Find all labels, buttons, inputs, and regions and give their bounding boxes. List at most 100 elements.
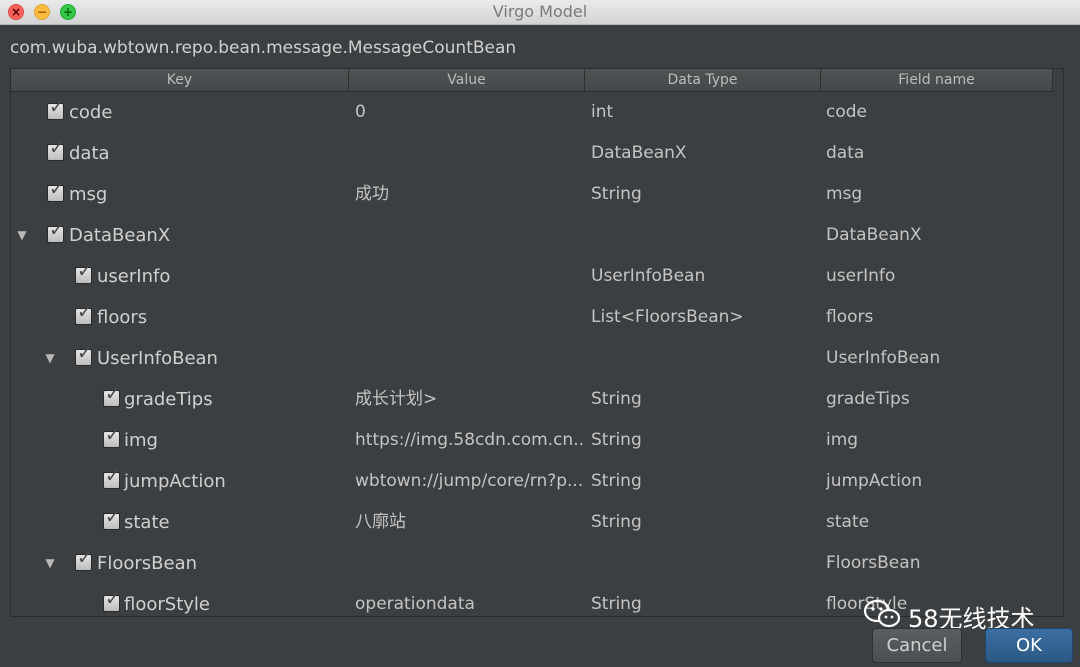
table-row[interactable]: ✓ msg 成功 String msg xyxy=(11,174,1063,215)
include-checkbox[interactable]: ✓ xyxy=(75,301,93,325)
table-row[interactable]: ▼ ✓ UserInfoBean UserInfoBean xyxy=(11,338,1063,379)
key-label: msg xyxy=(69,184,108,205)
checkmark-icon: ✓ xyxy=(49,96,65,118)
column-header-data-type[interactable]: Data Type xyxy=(585,69,821,91)
key-label: data xyxy=(69,143,110,164)
field-name-cell[interactable]: data xyxy=(826,133,1052,174)
chevron-down-icon[interactable]: ▼ xyxy=(15,215,29,256)
value-cell: 0 xyxy=(355,102,366,122)
chevron-down-icon[interactable]: ▼ xyxy=(43,543,57,584)
include-checkbox[interactable]: ✓ xyxy=(75,547,93,571)
key-label: FloorsBean xyxy=(97,553,198,574)
table-row[interactable]: ✓ state 八廓站 String state xyxy=(11,502,1063,543)
title-bar: × − + Virgo Model xyxy=(0,0,1080,25)
field-name-cell[interactable]: code xyxy=(826,92,1052,133)
field-name-cell[interactable]: img xyxy=(826,420,1052,461)
table-row[interactable]: ✓ floors List<FloorsBean> floors xyxy=(11,297,1063,338)
checkmark-icon: ✓ xyxy=(105,506,121,528)
table-row[interactable]: ✓ code 0 int code xyxy=(11,92,1063,133)
checkmark-icon: ✓ xyxy=(77,342,93,364)
class-path-label: com.wuba.wbtown.repo.bean.message.Messag… xyxy=(10,38,517,58)
include-checkbox[interactable]: ✓ xyxy=(103,465,121,489)
include-checkbox[interactable]: ✓ xyxy=(47,178,65,202)
checkmark-icon: ✓ xyxy=(49,137,65,159)
column-header-field-name[interactable]: Field name xyxy=(821,69,1053,91)
value-cell xyxy=(355,543,583,584)
value-cell: 成功 xyxy=(355,184,389,204)
column-header-key[interactable]: Key xyxy=(11,69,349,91)
value-cell xyxy=(355,338,583,379)
field-name-cell[interactable]: state xyxy=(826,502,1052,543)
data-type-cell: String xyxy=(591,471,642,491)
checkmark-icon: ✓ xyxy=(49,219,65,241)
field-name-cell[interactable]: FloorsBean xyxy=(826,543,1052,584)
value-cell xyxy=(355,215,583,256)
field-name-cell[interactable]: floors xyxy=(826,297,1052,338)
table-row[interactable]: ✓ gradeTips 成长计划> String gradeTips xyxy=(11,379,1063,420)
include-checkbox[interactable]: ✓ xyxy=(103,424,121,448)
data-type-cell: List<FloorsBean> xyxy=(591,307,744,327)
value-cell xyxy=(355,297,583,338)
value-cell: https://img.58cdn.com.cn... xyxy=(355,430,583,450)
key-label: userInfo xyxy=(97,266,171,287)
table-row[interactable]: ✓ jumpAction wbtown://jump/core/rn?p... Str… xyxy=(11,461,1063,502)
checkmark-icon: ✓ xyxy=(77,301,93,323)
chevron-down-icon[interactable]: ▼ xyxy=(43,338,57,379)
checkmark-icon: ✓ xyxy=(77,547,93,569)
data-type-cell: String xyxy=(591,512,642,532)
key-label: floors xyxy=(97,307,148,328)
include-checkbox[interactable]: ✓ xyxy=(103,383,121,407)
value-cell: 成长计划> xyxy=(355,389,438,409)
value-cell: operationdata xyxy=(355,594,475,614)
table-body: ✓ code 0 int code ✓ data DataBeanX data ✓ msg 成功 Str… xyxy=(11,92,1063,616)
checkmark-icon: ✓ xyxy=(49,178,65,200)
include-checkbox[interactable]: ✓ xyxy=(75,342,93,366)
checkmark-icon: ✓ xyxy=(105,588,121,610)
include-checkbox[interactable]: ✓ xyxy=(47,137,65,161)
key-label: img xyxy=(124,430,158,451)
field-name-cell[interactable]: DataBeanX xyxy=(826,215,1052,256)
key-label: jumpAction xyxy=(124,471,226,492)
data-type-cell: String xyxy=(591,389,642,409)
data-type-cell: String xyxy=(591,430,642,450)
checkmark-icon: ✓ xyxy=(105,383,121,405)
data-type-cell xyxy=(591,543,817,584)
checkmark-icon: ✓ xyxy=(77,260,93,282)
table-row[interactable]: ✓ img https://img.58cdn.com.cn... String img xyxy=(11,420,1063,461)
field-name-cell[interactable]: userInfo xyxy=(826,256,1052,297)
data-type-cell: UserInfoBean xyxy=(591,266,706,286)
table-row[interactable]: ✓ userInfo UserInfoBean userInfo xyxy=(11,256,1063,297)
data-type-cell: DataBeanX xyxy=(591,143,687,163)
key-label: UserInfoBean xyxy=(97,348,218,369)
include-checkbox[interactable]: ✓ xyxy=(103,506,121,530)
model-table: Key Value Data Type Field name ✓ code 0 int… xyxy=(10,68,1064,617)
field-name-cell[interactable]: gradeTips xyxy=(826,379,1052,420)
key-label: code xyxy=(69,102,113,123)
include-checkbox[interactable]: ✓ xyxy=(103,588,121,612)
include-checkbox[interactable]: ✓ xyxy=(47,219,65,243)
cancel-button[interactable]: Cancel xyxy=(872,628,962,663)
checkmark-icon: ✓ xyxy=(105,465,121,487)
window-title: Virgo Model xyxy=(492,2,588,21)
data-type-cell xyxy=(591,215,817,256)
key-label: state xyxy=(124,512,170,533)
field-name-cell[interactable]: jumpAction xyxy=(826,461,1052,502)
data-type-cell: int xyxy=(591,102,614,122)
field-name-cell[interactable]: msg xyxy=(826,174,1052,215)
data-type-cell xyxy=(591,338,817,379)
data-type-cell: String xyxy=(591,594,642,614)
table-row[interactable]: ▼ ✓ FloorsBean FloorsBean xyxy=(11,543,1063,584)
key-label: floorStyle xyxy=(124,594,210,615)
table-header: Key Value Data Type Field name xyxy=(11,69,1053,92)
column-header-value[interactable]: Value xyxy=(349,69,585,91)
value-cell xyxy=(355,133,583,174)
table-row[interactable]: ✓ data DataBeanX data xyxy=(11,133,1063,174)
key-label: DataBeanX xyxy=(69,225,171,246)
value-cell xyxy=(355,256,583,297)
field-name-cell[interactable]: UserInfoBean xyxy=(826,338,1052,379)
table-row[interactable]: ▼ ✓ DataBeanX DataBeanX xyxy=(11,215,1063,256)
include-checkbox[interactable]: ✓ xyxy=(75,260,93,284)
include-checkbox[interactable]: ✓ xyxy=(47,96,65,120)
ok-button[interactable]: OK xyxy=(985,628,1073,663)
key-label: gradeTips xyxy=(124,389,213,410)
